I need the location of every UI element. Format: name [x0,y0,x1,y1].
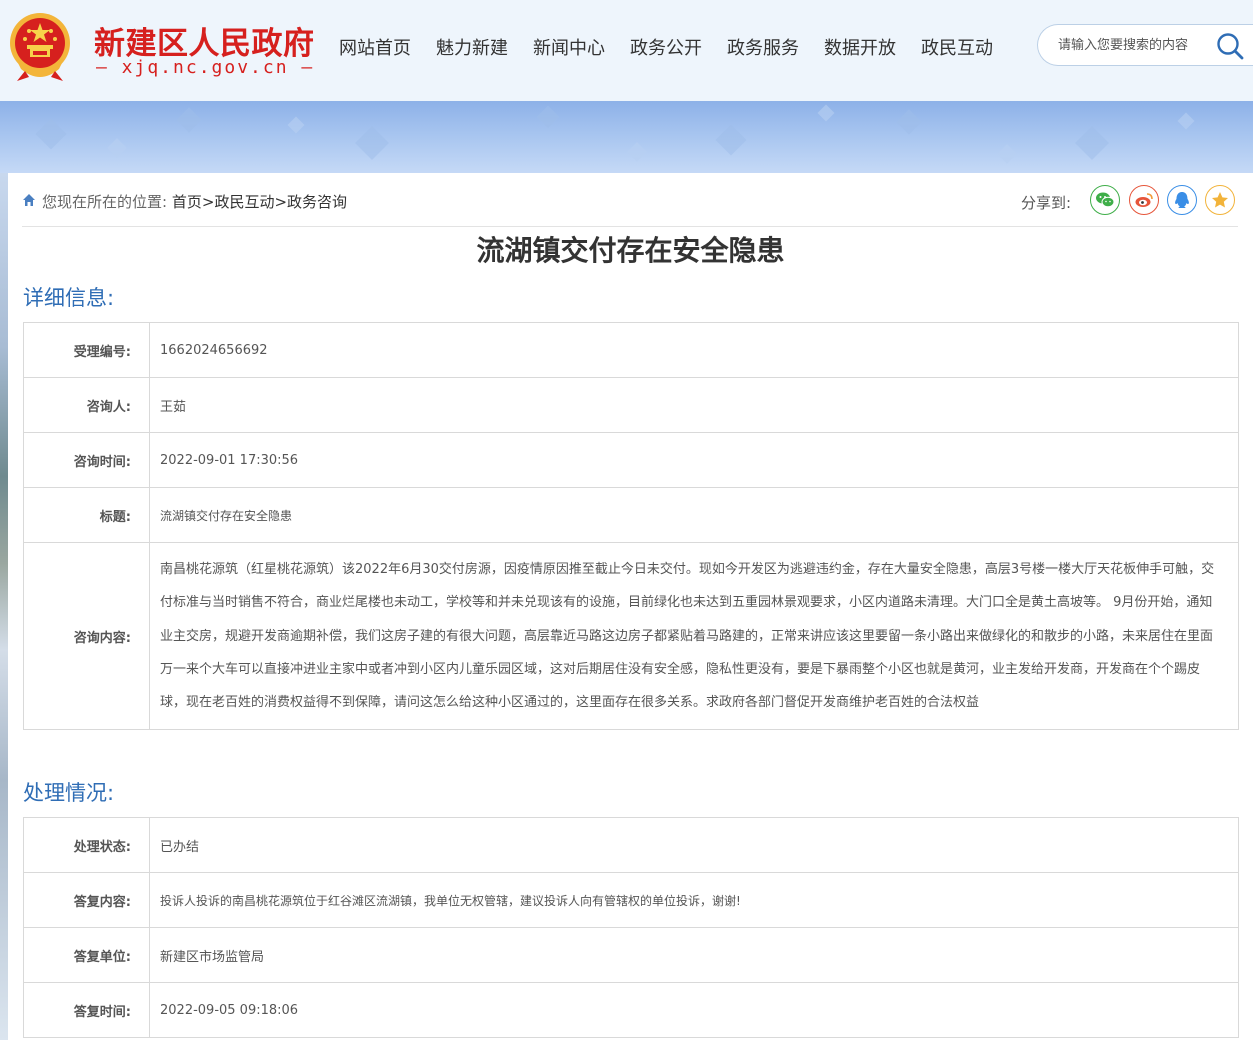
field-label: 答复内容: [23,872,150,928]
qzone-icon [1212,192,1228,208]
breadcrumb-separator: > [201,193,215,211]
breadcrumb-separator: > [274,193,288,211]
table-row: 咨询内容: 南昌桃花源筑（红星桃花源筑）该2022年6月30交付房源，因疫情原因… [23,541,1239,731]
processing-section-title: 处理情况: [23,781,115,805]
home-icon [23,194,35,206]
table-row: 标题: 流湖镇交付存在安全隐患 [23,487,1239,543]
search-icon[interactable] [1216,32,1246,60]
status-value: 已办结 [149,817,1239,873]
banner [0,101,1253,173]
national-emblem-icon [10,13,70,81]
content-panel: 您现在所在的位置: 首页>政民互动>政务咨询 分享到: 流湖镇交付存在安全隐患 … [8,173,1253,1040]
breadcrumb-consultation[interactable]: 政务咨询 [287,193,347,211]
wechat-icon [1096,192,1115,208]
field-value: 王茹 [149,377,1239,433]
breadcrumb-interaction[interactable]: 政民互动 [214,193,274,211]
banner-decoration [35,104,1195,164]
nav-item-interaction[interactable]: 政民互动 [921,34,993,60]
details-table: 受理编号: 1662024656692 咨询人: 王茹 咨询时间: 2022-0… [23,322,1239,731]
search-box [1037,24,1253,66]
table-row: 咨询时间: 2022-09-01 17:30:56 [23,432,1239,488]
field-label: 咨询内容: [23,541,150,731]
background-city-strip [0,173,8,1040]
nav-item-home[interactable]: 网站首页 [339,34,411,60]
share-wechat-button[interactable] [1090,185,1120,215]
site-header: 新建区人民政府 — xjq.nc.gov.cn — 网站首页 魅力新建 新闻中心… [0,0,1253,101]
qq-icon [1175,192,1189,208]
field-value: 2022-09-01 17:30:56 [149,432,1239,488]
field-value: 流湖镇交付存在安全隐患 [149,487,1239,543]
table-row: 处理状态: 已办结 [23,817,1239,873]
field-label: 咨询人: [23,377,150,433]
table-row: 答复内容: 投诉人投诉的南昌桃花源筑位于红谷滩区流湖镇，我单位无权管辖，建议投诉… [23,872,1239,928]
share-weibo-button[interactable] [1129,185,1159,215]
table-row: 咨询人: 王茹 [23,377,1239,433]
nav-item-gov-affairs[interactable]: 政务公开 [630,34,702,60]
consultation-content: 南昌桃花源筑（红星桃花源筑）该2022年6月30交付房源，因疫情原因推至截止今日… [149,541,1239,731]
nav-item-open-data[interactable]: 数据开放 [824,34,896,60]
processing-table: 处理状态: 已办结 答复内容: 投诉人投诉的南昌桃花源筑位于红谷滩区流湖镇，我单… [23,817,1239,1038]
breadcrumb-home[interactable]: 首页 [172,193,202,211]
share-qq-button[interactable] [1167,185,1197,215]
reply-content: 投诉人投诉的南昌桃花源筑位于红谷滩区流湖镇，我单位无权管辖，建议投诉人向有管辖权… [149,872,1239,928]
search-input[interactable] [1058,35,1218,55]
weibo-icon [1135,193,1153,207]
site-domain: — xjq.nc.gov.cn — [96,57,315,78]
share-label: 分享到: [1021,194,1072,212]
nav-item-charm[interactable]: 魅力新建 [436,34,508,60]
table-row: 答复单位: 新建区市场监管局 [23,927,1239,983]
field-value: 1662024656692 [149,322,1239,378]
table-row: 答复时间: 2022-09-05 09:18:06 [23,982,1239,1038]
reply-time: 2022-09-05 09:18:06 [149,982,1239,1038]
nav-item-news[interactable]: 新闻中心 [533,34,605,60]
table-row: 受理编号: 1662024656692 [23,322,1239,378]
breadcrumb-prefix: 您现在所在的位置: [42,193,168,211]
field-label: 答复时间: [23,982,150,1038]
details-section-title: 详细信息: [23,286,115,310]
field-label: 受理编号: [23,322,150,378]
field-label: 处理状态: [23,817,150,873]
reply-unit: 新建区市场监管局 [149,927,1239,983]
field-label: 咨询时间: [23,432,150,488]
main-nav: 网站首页 魅力新建 新闻中心 政务公开 政务服务 数据开放 政民互动 [339,34,1018,60]
breadcrumb-bar: 您现在所在的位置: 首页>政民互动>政务咨询 分享到: [22,185,1238,227]
breadcrumb: 您现在所在的位置: 首页>政民互动>政务咨询 [42,191,347,212]
field-label: 答复单位: [23,927,150,983]
share-qzone-button[interactable] [1205,185,1235,215]
article-title: 流湖镇交付存在安全隐患 [476,234,785,267]
nav-item-gov-services[interactable]: 政务服务 [727,34,799,60]
field-label: 标题: [23,487,150,543]
